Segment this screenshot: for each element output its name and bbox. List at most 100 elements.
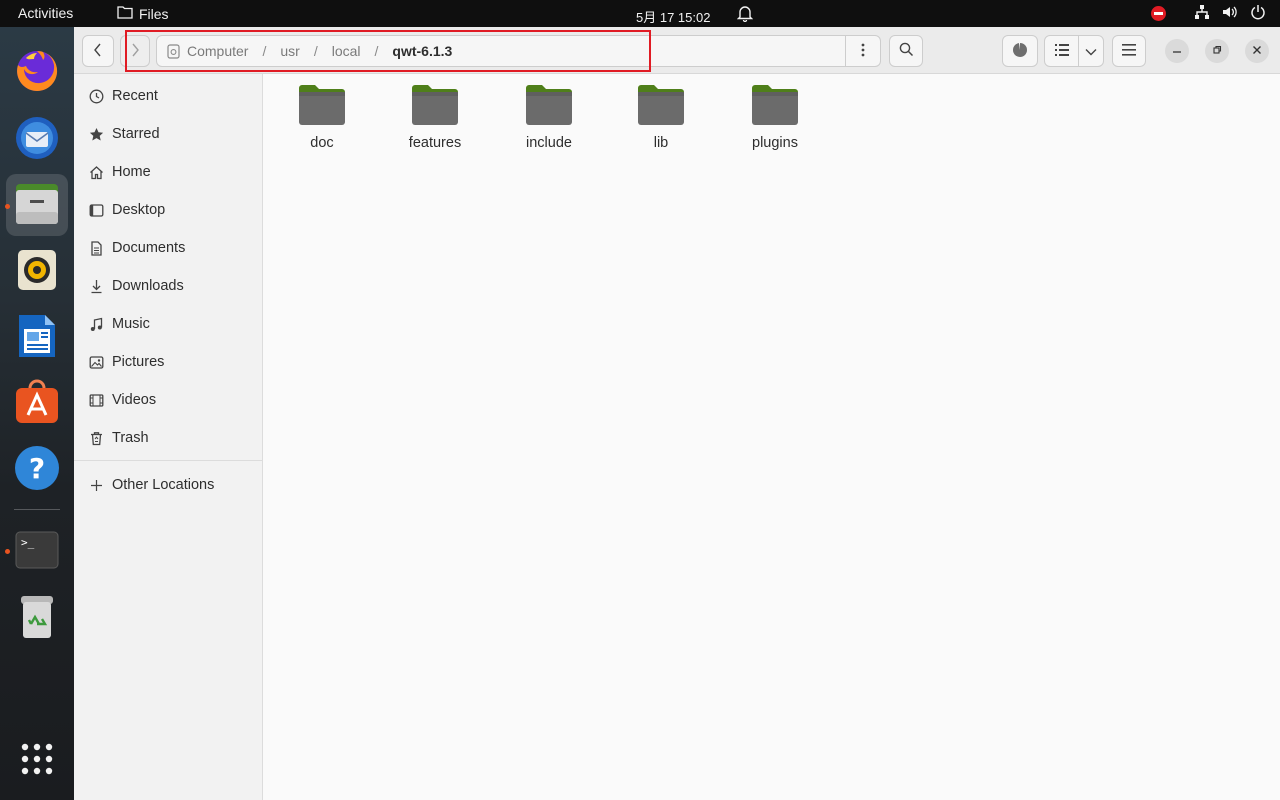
sidebar-item-music[interactable]: Music — [74, 305, 262, 343]
folder-icon — [751, 82, 799, 129]
sidebar-separator — [74, 460, 262, 461]
sidebar-item-label: Recent — [112, 88, 158, 104]
do-not-disturb-icon[interactable] — [1151, 6, 1166, 21]
thunderbird-icon — [13, 113, 61, 164]
chevron-left-icon — [93, 43, 103, 60]
sidebar-item-label: Documents — [112, 240, 186, 256]
trash-icon — [17, 594, 57, 643]
trash-icon — [88, 430, 104, 446]
restore-icon — [1212, 44, 1222, 58]
star-icon — [88, 126, 104, 142]
sidebar-item-downloads[interactable]: Downloads — [74, 267, 262, 305]
search-button[interactable] — [889, 35, 923, 67]
folder-item[interactable]: lib — [613, 82, 709, 162]
download-icon — [88, 278, 104, 294]
sidebar-item-home[interactable]: Home — [74, 153, 262, 191]
chevron-right-icon — [130, 43, 140, 60]
folder-item[interactable]: include — [501, 82, 597, 162]
view-list-button[interactable] — [1044, 35, 1079, 67]
sidebar-item-label: Starred — [112, 126, 160, 142]
breadcrumb-usr[interactable]: usr — [280, 43, 299, 59]
maximize-button[interactable] — [1205, 39, 1229, 63]
dock-firefox[interactable] — [13, 48, 61, 96]
breadcrumb-current[interactable]: qwt-6.1.3 — [392, 43, 452, 59]
folder-label: lib — [653, 135, 669, 151]
running-indicator — [5, 204, 10, 209]
minimize-button[interactable] — [1165, 39, 1189, 63]
help-icon: ? — [14, 445, 60, 494]
operations-button[interactable] — [1002, 35, 1038, 67]
dock-show-apps[interactable] — [13, 736, 61, 784]
progress-pie-icon — [1012, 42, 1028, 61]
sidebar-item-label: Home — [112, 164, 151, 180]
folder-item[interactable]: features — [387, 82, 483, 162]
sidebar-item-label: Pictures — [112, 354, 165, 370]
writer-icon — [17, 313, 57, 362]
folder-icon — [525, 82, 573, 129]
dock-trash[interactable] — [13, 594, 61, 642]
view-options-button[interactable] — [1078, 35, 1104, 67]
clock-icon — [88, 88, 104, 104]
path-bar[interactable]: Computer / usr / local / qwt-6.1.3 — [156, 35, 846, 67]
system-tray[interactable] — [1151, 4, 1266, 23]
sidebar-item-recent[interactable]: Recent — [74, 77, 262, 115]
folder-item[interactable]: doc — [274, 82, 370, 162]
document-icon — [88, 240, 104, 256]
sidebar-item-trash[interactable]: Trash — [74, 419, 262, 457]
search-icon — [899, 42, 914, 60]
sidebar-item-starred[interactable]: Starred — [74, 115, 262, 153]
sidebar-item-label: Downloads — [112, 278, 184, 294]
close-button[interactable] — [1245, 39, 1269, 63]
desktop-icon — [88, 202, 104, 218]
sidebar-item-label: Music — [112, 316, 150, 332]
dock-files[interactable] — [6, 174, 68, 236]
sidebar-item-label: Desktop — [112, 202, 166, 218]
video-icon — [88, 392, 104, 408]
forward-button[interactable] — [120, 35, 150, 67]
activities-button[interactable]: Activities — [18, 5, 73, 21]
plus-icon — [88, 477, 104, 493]
sidebar-item-label: Trash — [112, 430, 149, 446]
dock-software[interactable] — [13, 379, 61, 427]
music-icon — [88, 316, 104, 332]
sidebar-item-label: Videos — [112, 392, 157, 408]
dock-terminal[interactable]: >_ — [13, 527, 61, 575]
back-button[interactable] — [82, 35, 114, 67]
chevron-down-icon — [1085, 43, 1097, 59]
software-icon — [14, 379, 60, 428]
sidebar-item-documents[interactable]: Documents — [74, 229, 262, 267]
clock[interactable]: 5月 17 15:02 — [636, 7, 710, 26]
home-icon — [88, 164, 104, 180]
breadcrumb-separator: / — [374, 43, 379, 59]
volume-icon — [1222, 4, 1238, 23]
disk-icon — [167, 43, 180, 59]
notification-bell-icon[interactable] — [736, 4, 754, 25]
file-view: doc features include lib plugins — [264, 74, 1280, 800]
dock-thunderbird[interactable] — [13, 114, 61, 162]
sidebar-item-pictures[interactable]: Pictures — [74, 343, 262, 381]
sidebar-item-videos[interactable]: Videos — [74, 381, 262, 419]
path-menu-button[interactable] — [846, 35, 881, 67]
dock: ? >_ — [0, 27, 74, 800]
dock-help[interactable]: ? — [13, 445, 61, 493]
folder-item[interactable]: plugins — [727, 82, 823, 162]
sidebar-item-other-locations[interactable]: Other Locations — [74, 466, 262, 504]
sidebar-item-desktop[interactable]: Desktop — [74, 191, 262, 229]
folder-icon — [411, 82, 459, 129]
folder-label: include — [526, 135, 572, 151]
dock-rhythmbox[interactable] — [13, 247, 61, 295]
dock-writer[interactable] — [13, 313, 61, 361]
app-menu[interactable]: Files — [117, 5, 169, 22]
files-icon — [14, 182, 60, 229]
main-menu-button[interactable] — [1112, 35, 1146, 67]
sidebar-item-label: Other Locations — [112, 477, 215, 493]
folder-icon — [117, 5, 133, 22]
breadcrumb-local[interactable]: local — [332, 43, 361, 59]
files-window: Computer / usr / local / qwt-6.1.3 Recen… — [74, 27, 1280, 800]
folder-label: plugins — [752, 135, 798, 151]
rhythmbox-icon — [17, 249, 57, 294]
firefox-icon — [14, 48, 60, 97]
folder-label: doc — [310, 135, 334, 151]
breadcrumb-computer[interactable]: Computer — [187, 43, 248, 59]
folder-icon — [637, 82, 685, 129]
